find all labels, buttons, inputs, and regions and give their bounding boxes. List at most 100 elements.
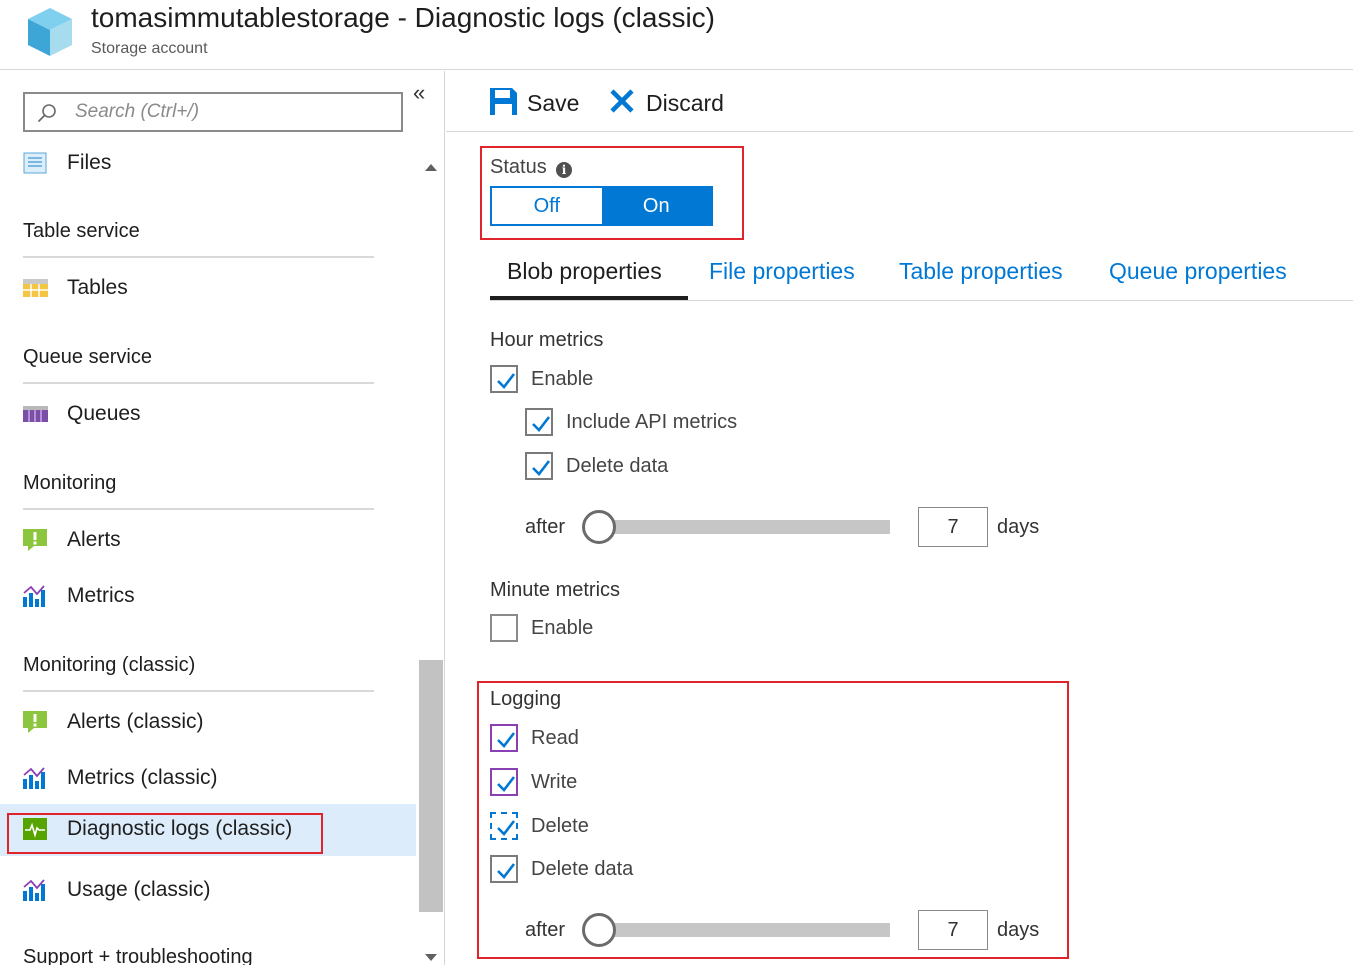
sidebar-scrollbar[interactable] xyxy=(417,154,444,965)
checkmark-icon xyxy=(497,820,516,836)
search-input[interactable] xyxy=(75,100,395,124)
sidebar-item-metrics[interactable]: Metrics xyxy=(0,571,416,623)
files-icon xyxy=(23,152,47,174)
discard-label: Discard xyxy=(646,90,724,116)
tables-icon xyxy=(23,279,48,297)
metrics-icon xyxy=(23,879,45,901)
hour-after-label: after xyxy=(525,516,566,538)
queues-icon xyxy=(23,406,48,422)
save-icon xyxy=(490,88,517,115)
logging-delete-data-label: Delete data xyxy=(531,858,634,880)
logging-write-label: Write xyxy=(531,771,578,793)
sidebar-item-label: Metrics (classic) xyxy=(67,766,218,789)
sidebar-item-label: Alerts xyxy=(67,528,121,551)
minute-metrics-enable-label: Enable xyxy=(531,617,594,639)
alert-icon xyxy=(23,711,47,733)
sidebar: « Files Table service Tables Queue servi… xyxy=(0,71,445,965)
highlight-box-selected-item xyxy=(7,813,323,854)
active-tab-indicator xyxy=(490,296,688,300)
sidebar-item-label: Metrics xyxy=(67,584,135,607)
status-on-option[interactable]: On xyxy=(601,188,711,224)
scroll-down-arrow-icon[interactable] xyxy=(425,954,437,961)
logging-read-label: Read xyxy=(531,727,579,749)
hour-metrics-title: Hour metrics xyxy=(490,329,604,351)
section-divider xyxy=(23,508,374,510)
section-divider xyxy=(23,256,374,258)
hour-retention-slider[interactable] xyxy=(598,520,890,534)
sidebar-item-tables[interactable]: Tables xyxy=(0,263,416,315)
page-subtitle: Storage account xyxy=(91,40,208,57)
hour-days-unit: days xyxy=(997,516,1040,538)
metrics-icon xyxy=(23,585,45,607)
storage-cube-icon xyxy=(28,8,72,56)
sidebar-item-label: Tables xyxy=(67,276,128,299)
section-divider xyxy=(23,382,374,384)
minute-metrics-title: Minute metrics xyxy=(490,579,621,601)
tab-blob-properties[interactable]: Blob properties xyxy=(507,258,662,285)
sidebar-item-label: Alerts (classic) xyxy=(67,710,204,733)
blade-header: tomasimmutablestorage - Diagnostic logs … xyxy=(0,0,1353,70)
sidebar-item-label: Files xyxy=(67,151,112,174)
sidebar-item-alerts-classic[interactable]: Alerts (classic) xyxy=(0,697,416,749)
command-bar: Save Discard xyxy=(446,71,1353,132)
scrollbar-thumb[interactable] xyxy=(419,660,443,912)
hour-metrics-enable-checkbox[interactable] xyxy=(490,365,518,393)
sidebar-item-metrics-classic[interactable]: Metrics (classic) xyxy=(0,753,416,805)
logging-after-label: after xyxy=(525,919,566,941)
status-off-option[interactable]: Off xyxy=(492,188,602,224)
logging-retention-slider-thumb[interactable] xyxy=(582,913,616,947)
logging-write-checkbox[interactable] xyxy=(490,768,518,796)
logging-title: Logging xyxy=(490,688,562,710)
include-api-metrics-label: Include API metrics xyxy=(566,411,738,433)
section-table-service: Table service xyxy=(23,220,140,242)
include-api-metrics-checkbox[interactable] xyxy=(525,408,553,436)
search-box[interactable] xyxy=(23,92,403,132)
sidebar-item-alerts[interactable]: Alerts xyxy=(0,515,416,567)
sidebar-item-usage-classic[interactable]: Usage (classic) xyxy=(0,865,416,917)
section-support-troubleshooting: Support + troubleshooting xyxy=(23,946,253,965)
section-divider xyxy=(23,690,374,692)
sidebar-item-files[interactable]: Files xyxy=(0,138,416,190)
scroll-up-arrow-icon[interactable] xyxy=(425,164,437,171)
logging-delete-checkbox[interactable] xyxy=(490,812,518,840)
save-button[interactable]: Save xyxy=(489,85,584,119)
checkmark-icon xyxy=(497,776,516,792)
hour-delete-data-checkbox[interactable] xyxy=(525,452,553,480)
logging-days-unit: days xyxy=(997,919,1040,941)
alert-icon xyxy=(23,529,47,551)
logging-retention-days-input[interactable]: 7 xyxy=(918,910,988,950)
tab-table-properties[interactable]: Table properties xyxy=(899,258,1063,285)
hour-retention-slider-thumb[interactable] xyxy=(582,510,616,544)
checkmark-icon xyxy=(497,863,516,879)
tab-queue-properties[interactable]: Queue properties xyxy=(1109,258,1287,285)
sidebar-item-label: Queues xyxy=(67,402,141,425)
page-title: tomasimmutablestorage - Diagnostic logs … xyxy=(91,2,715,33)
checkmark-icon xyxy=(532,460,551,476)
logging-read-checkbox[interactable] xyxy=(490,724,518,752)
hour-retention-days-input[interactable]: 7 xyxy=(918,507,988,547)
sidebar-item-label: Usage (classic) xyxy=(67,878,211,901)
status-label: Status xyxy=(490,156,547,178)
collapse-sidebar-button[interactable]: « xyxy=(413,80,425,106)
metrics-icon xyxy=(23,767,45,789)
hour-delete-data-label: Delete data xyxy=(566,455,669,477)
logging-delete-data-checkbox[interactable] xyxy=(490,855,518,883)
checkmark-icon xyxy=(497,732,516,748)
minute-metrics-enable-checkbox[interactable] xyxy=(490,614,518,642)
sidebar-item-queues[interactable]: Queues xyxy=(0,389,416,441)
section-monitoring: Monitoring xyxy=(23,472,117,494)
checkmark-icon xyxy=(497,373,516,389)
info-icon[interactable]: i xyxy=(556,162,572,178)
search-icon xyxy=(37,104,56,123)
main-content: Save Discard Status i Off On Blob proper… xyxy=(446,71,1353,965)
discard-button[interactable]: Discard xyxy=(609,85,729,119)
section-queue-service: Queue service xyxy=(23,346,152,368)
close-icon xyxy=(610,89,634,113)
properties-tabs: Blob properties File properties Table pr… xyxy=(490,256,1353,301)
logging-retention-slider[interactable] xyxy=(598,923,890,937)
hour-metrics-enable-label: Enable xyxy=(531,368,594,390)
save-label: Save xyxy=(527,90,580,116)
tab-file-properties[interactable]: File properties xyxy=(709,258,855,285)
status-toggle[interactable]: Off On xyxy=(490,186,713,226)
logging-delete-label: Delete xyxy=(531,815,589,837)
